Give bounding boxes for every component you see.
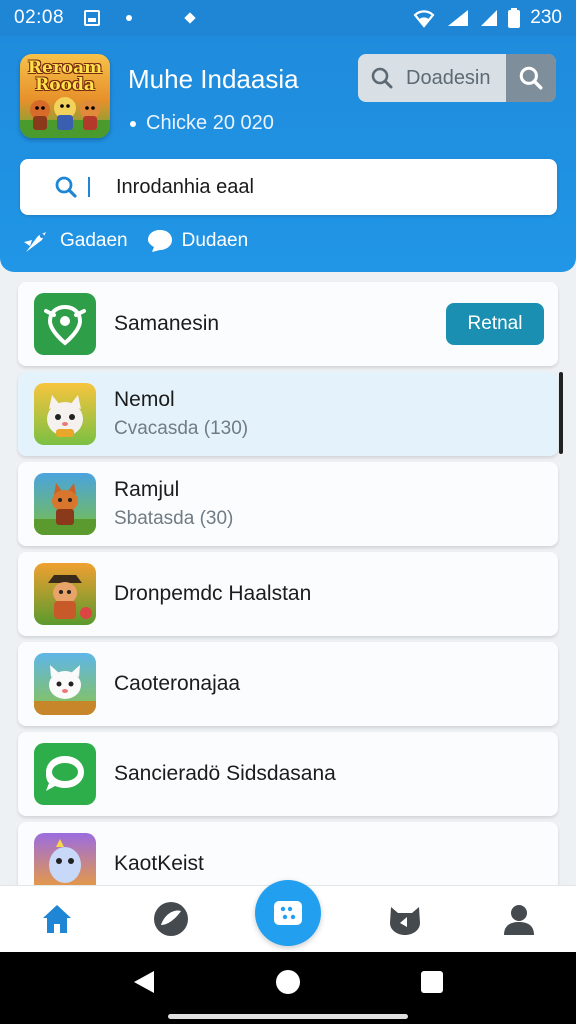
explore-icon [154,902,188,936]
list-item-info: Sancieradö Sidsdasana [114,762,336,786]
signal-icon [448,10,469,26]
chat-bubble-icon [147,230,172,252]
home-circle-icon[interactable] [275,969,301,995]
header: Reroam Rooda Muhe Indaasia Chicke 20 020… [0,36,576,272]
notification-diamond-icon [184,12,196,24]
gesture-handle[interactable] [168,1014,408,1019]
nav-games[interactable] [255,880,321,946]
list-item-subtitle: Sbatasda (30) [114,508,234,529]
gallery-notification-icon [84,10,101,26]
search-icon [54,175,90,199]
list-item-name: Caoteronajaa [114,672,241,695]
header-subtitle: Chicke 20 020 [130,112,274,135]
bullet-icon [130,120,136,127]
home-icon [43,905,71,933]
nav-profile[interactable] [489,889,549,949]
list-item-name: Ramjul [114,478,180,501]
nav-cat[interactable] [375,889,435,949]
top-search-box[interactable]: Doadesin [358,54,556,102]
scrollbar[interactable] [559,372,563,454]
bottom-nav [0,880,576,952]
battery-icon [508,8,521,28]
search-input[interactable]: Inrodanhia eaal [20,159,557,215]
list-item-info: KaotKeist [114,852,204,876]
cat-game-icon [34,383,96,445]
list-item[interactable]: Ramjul Sbatasda (30) [18,462,558,546]
list-item-name: Dronpemdc Haalstan [114,582,312,605]
signal-icon-2 [481,10,498,26]
list-item-info: Samanesin [114,312,219,336]
system-nav-bar [0,952,576,1024]
games-icon [274,901,302,925]
filter-bar: Gadaen Dudaen [22,228,266,254]
nav-explore[interactable] [141,889,201,949]
game-logo[interactable]: Reroam Rooda [20,54,110,138]
search-icon [358,66,406,90]
list-item-name: Sancieradö Sidsdasana [114,762,336,785]
game-characters-icon [20,97,110,138]
target-app-icon [34,293,96,355]
search-icon [519,66,543,90]
search-input-value: Inrodanhia eaal [116,175,254,198]
cat-icon [390,907,420,935]
header-subtitle-text: Chicke 20 020 [146,112,274,134]
text-cursor [88,177,90,197]
profile-icon [504,905,534,935]
filter-gadaen[interactable]: Gadaen [22,228,128,254]
top-search-text: Doadesin [406,66,491,89]
list-item-name: Nemol [114,388,175,411]
rocket-icon [24,232,46,252]
recents-icon[interactable] [421,971,443,993]
list-item[interactable]: Caoteronajaa [18,642,558,726]
wifi-icon [413,10,435,28]
retry-button[interactable]: Retnal [446,303,544,345]
filter-dudaen[interactable]: Dudaen [146,228,249,254]
page-title: Muhe Indaasia [128,64,299,94]
list-item[interactable]: Dronpemdc Haalstan [18,552,558,636]
list-item-subtitle: Cvacasda (130) [114,418,249,439]
notification-dot-icon [126,15,133,21]
list-item-info: Nemol Cvacasda (130) [114,388,248,440]
list-item-info: Caoteronajaa [114,672,240,696]
list-item-info: Ramjul Sbatasda (30) [114,478,233,530]
list-item-name: Samanesin [114,312,220,335]
battery-level: 230 [530,7,562,28]
status-bar: 02:08 230 [0,0,576,36]
fox-game-icon [34,473,96,535]
pirate-game-icon [34,563,96,625]
status-time: 02:08 [14,7,65,28]
list-item[interactable]: Nemol Cvacasda (130) [18,372,558,456]
nav-home[interactable] [27,889,87,949]
list-item[interactable]: Sancieradö Sidsdasana [18,732,558,816]
message-app-icon [34,743,96,805]
list-item-info: Dronpemdc Haalstan [114,582,311,606]
bunny-game-icon [34,653,96,715]
list-item-name: KaotKeist [114,852,204,875]
filter-label: Dudaen [181,230,249,251]
back-icon[interactable] [132,969,156,995]
list-item[interactable]: Samanesin Retnal [18,282,558,366]
filter-label: Gadaen [60,230,128,251]
top-search-button[interactable] [506,54,556,102]
